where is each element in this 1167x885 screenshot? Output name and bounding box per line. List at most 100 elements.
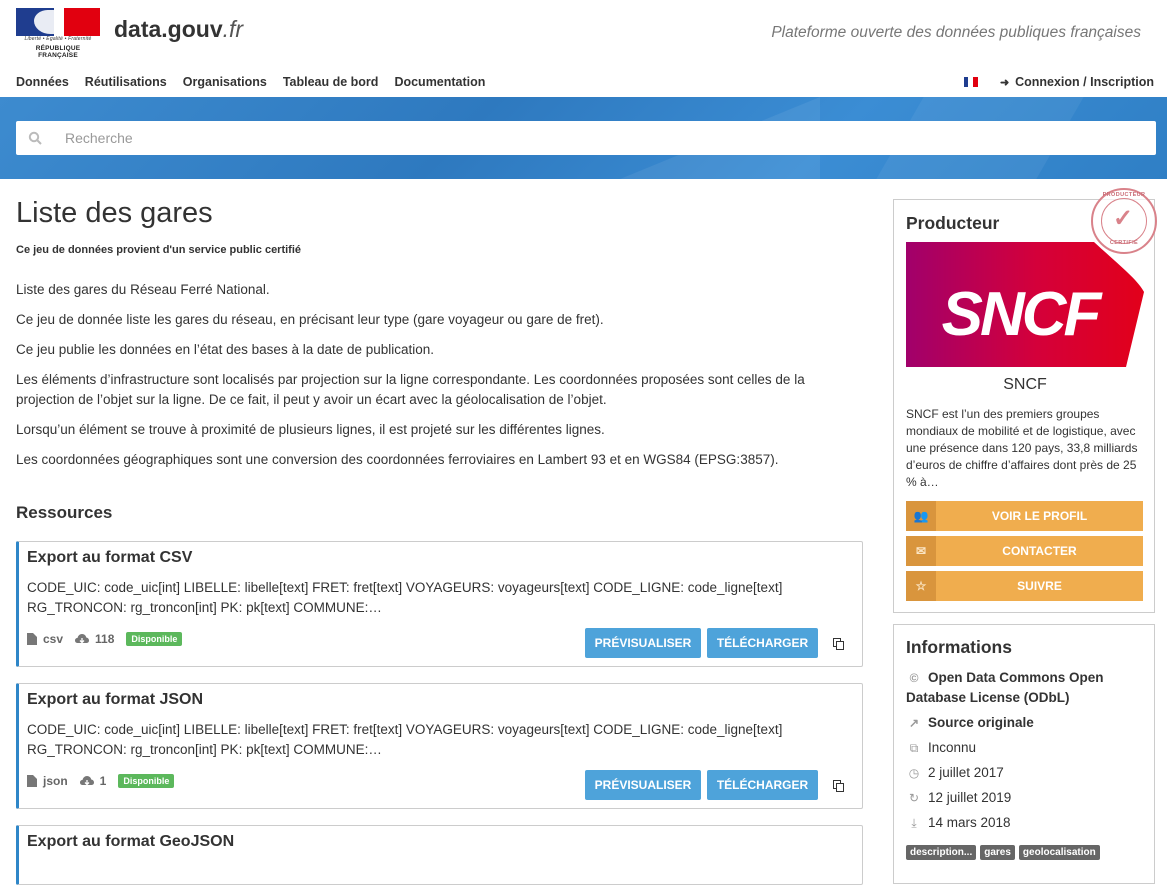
download-button[interactable]: TÉLÉCHARGER (707, 770, 818, 800)
language-flag-icon[interactable] (963, 77, 978, 87)
external-link-icon: ↗ (908, 716, 920, 730)
resource-format: csv (43, 632, 64, 646)
sncf-logo-text: SNCF (942, 280, 1104, 349)
nav-right: ➜ Connexion / Inscription (963, 75, 1154, 89)
resource-meta: json 1 Disponible (27, 774, 175, 788)
description-paragraph: Ce jeu publie les données en l’état des … (16, 341, 435, 357)
site-header: Liberté • Égalité • Fraternité Républiqu… (0, 0, 1167, 97)
tag[interactable]: geolocalisation (1018, 845, 1100, 860)
file-icon (27, 775, 37, 787)
status-badge: Disponible (118, 774, 175, 788)
dataset-main: Liste des gares Ce jeu de données provie… (16, 197, 864, 523)
source-label: Source originale (928, 715, 1034, 730)
brand-tld: .fr (222, 16, 244, 42)
resource-card-csv: Export au format CSV CODE_UIC: code_uic[… (16, 541, 863, 667)
preview-button[interactable]: PRÉVISUALISER (585, 770, 701, 800)
logo-rf: République Française (35, 45, 81, 59)
download-count: 118 (95, 632, 115, 646)
modified-item: ⤓ 14 mars 2018 (906, 813, 1011, 833)
dataset-description: Liste des gares du Réseau Ferré National… (16, 280, 864, 470)
resource-description: CODE_UIC: code_uic[int] LIBELLE: libelle… (27, 580, 783, 615)
tag[interactable]: gares (980, 845, 1015, 860)
resource-title[interactable]: Export au format GeoJSON (27, 833, 234, 851)
copy-icon[interactable] (833, 638, 845, 650)
marianne-logo[interactable]: Liberté • Égalité • Fraternité Républiqu… (16, 8, 100, 59)
nav-item-organisations[interactable]: Organisations (183, 75, 267, 89)
main-nav: Données Réutilisations Organisations Tab… (16, 75, 485, 89)
search-input[interactable] (54, 130, 1156, 146)
page-title: Liste des gares (16, 197, 213, 229)
login-link[interactable]: ➜ Connexion / Inscription (998, 75, 1154, 89)
copyright-icon: © (909, 671, 919, 685)
created-date: 2 juillet 2017 (928, 765, 1004, 780)
producer-panel: Producteur PRODUCTEUR ✓ CERTIFIÉ SNCF SN… (893, 188, 1157, 613)
download-button[interactable]: TÉLÉCHARGER (707, 628, 818, 658)
updated-item: ↻ 12 juillet 2019 (906, 788, 1011, 808)
sign-in-icon: ➜ (1000, 77, 1010, 89)
marianne-icon (34, 10, 64, 34)
login-label: Connexion / Inscription (1015, 75, 1154, 89)
preview-button[interactable]: PRÉVISUALISER (585, 628, 701, 658)
frequency-item: ⧉ Inconnu (906, 738, 976, 758)
logo-devise: Liberté • Égalité • Fraternité (24, 36, 92, 42)
copy-icon[interactable] (833, 780, 845, 792)
license-link[interactable]: © Open Data Commons Open Database License… (906, 668, 1144, 708)
users-icon: 👥 (906, 501, 936, 531)
resource-format: json (43, 774, 68, 788)
nav-item-donnees[interactable]: Données (16, 75, 69, 89)
updated-date: 12 juillet 2019 (928, 790, 1012, 805)
status-badge: Disponible (126, 632, 183, 646)
star-icon: ☆ (906, 571, 936, 601)
modified-date: 14 mars 2018 (928, 815, 1011, 830)
follow-button[interactable]: ☆ SUIVRE (906, 571, 1143, 601)
envelope-icon: ✉ (906, 536, 936, 566)
tag-list: description... gares geolocalisation (906, 845, 1100, 860)
nav-item-tableau-de-bord[interactable]: Tableau de bord (283, 75, 379, 89)
organization-name[interactable]: SNCF (894, 376, 1156, 394)
stamp-text-top: PRODUCTEUR (1102, 192, 1146, 198)
button-label: CONTACTER (1002, 544, 1077, 558)
informations-panel: Informations © Open Data Commons Open Dat… (893, 624, 1155, 884)
resource-card-json: Export au format JSON CODE_UIC: code_uic… (16, 683, 863, 809)
resource-card-geojson: Export au format GeoJSON (16, 825, 863, 885)
description-paragraph: Ce jeu de donnée liste les gares du rése… (16, 311, 604, 327)
resource-title[interactable]: Export au format JSON (27, 691, 203, 709)
search-icon[interactable] (16, 131, 54, 145)
informations-heading: Informations (906, 637, 1012, 657)
frequency-icon: ⧉ (909, 741, 919, 755)
source-link[interactable]: ↗ Source originale (906, 713, 1034, 733)
resources-heading: Ressources (16, 502, 113, 522)
cloud-download-icon (79, 775, 94, 785)
download-icon: ⤓ (911, 816, 917, 830)
brand-logo[interactable]: data.gouv.fr (114, 16, 243, 43)
tag[interactable]: description... (906, 845, 977, 860)
button-label: SUIVRE (1017, 579, 1062, 593)
brand-name: data.gouv (114, 16, 223, 42)
description-paragraph: Lorsqu’un élément se trouve à proximité … (16, 421, 605, 437)
button-label: VOIR LE PROFIL (991, 509, 1088, 523)
nav-item-documentation[interactable]: Documentation (394, 75, 485, 89)
frequency-value: Inconnu (928, 740, 977, 755)
description-paragraph: Les coordonnées géographiques sont une c… (16, 451, 779, 467)
certified-notice: Ce jeu de données provient d'un service … (16, 243, 302, 256)
producer-heading: Producteur (906, 213, 1000, 233)
download-count: 1 (99, 774, 107, 788)
created-item: ◷ 2 juillet 2017 (906, 763, 1004, 783)
search-banner (0, 97, 1167, 179)
cloud-download-icon (75, 633, 90, 643)
resource-meta: csv 118 Disponible (27, 632, 183, 646)
resource-description: CODE_UIC: code_uic[int] LIBELLE: libelle… (27, 722, 783, 757)
search-bar (16, 121, 1156, 155)
contact-button[interactable]: ✉ CONTACTER (906, 536, 1143, 566)
resource-title[interactable]: Export au format CSV (27, 549, 192, 567)
clock-icon: ◷ (908, 766, 920, 780)
license-label: Open Data Commons Open Database License … (906, 670, 1104, 705)
description-paragraph: Liste des gares du Réseau Ferré National… (16, 281, 270, 297)
view-profile-button[interactable]: 👥 VOIR LE PROFIL (906, 501, 1143, 531)
tagline: Plateforme ouverte des données publiques… (771, 24, 1141, 41)
organization-description: SNCF est l’un des premiers groupes mondi… (906, 407, 1138, 489)
description-paragraph: Les éléments d’infrastructure sont local… (16, 371, 805, 407)
nav-item-reutilisations[interactable]: Réutilisations (85, 75, 167, 89)
checkmark-icon: ✓ (1113, 205, 1134, 232)
sncf-logo[interactable]: SNCF (906, 242, 1144, 367)
